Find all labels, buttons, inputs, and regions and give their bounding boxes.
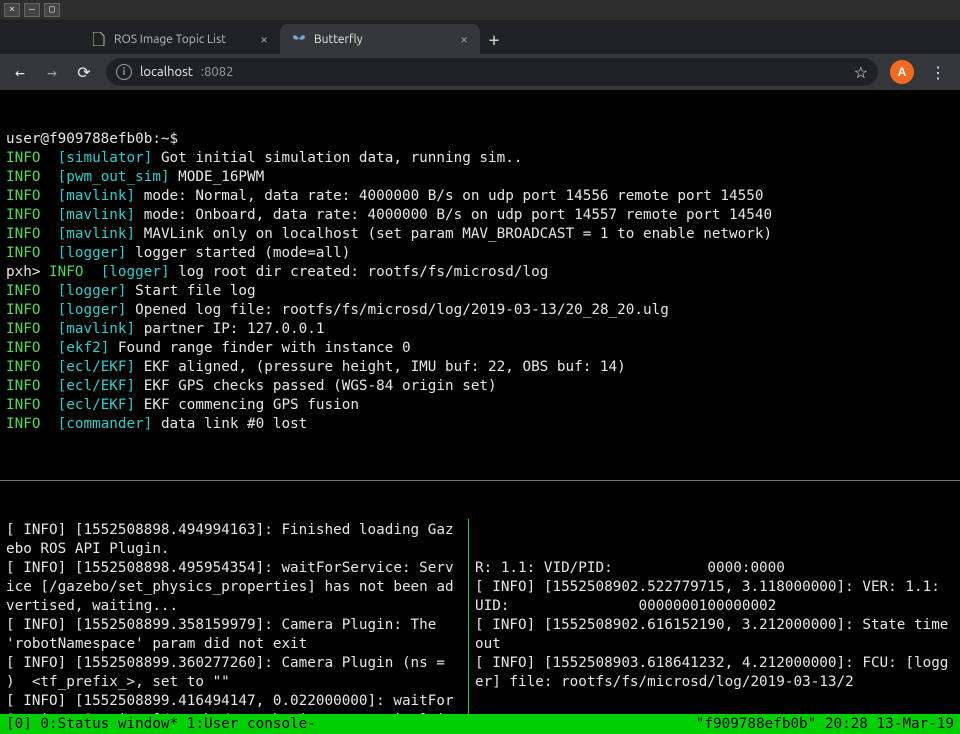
reload-button[interactable]: ⟳ (74, 63, 94, 82)
window-close-button[interactable]: × (4, 3, 20, 17)
log-line: INFO [logger] logger started (mode=all) (6, 244, 954, 263)
log-line: INFO [ecl/EKF] EKF commencing GPS fusion (6, 396, 954, 415)
status-left: [0] 0:Status window* 1:User console- (6, 715, 316, 734)
log-line: INFO [mavlink] mode: Onboard, data rate:… (6, 206, 954, 225)
terminal-left-pane[interactable]: [ INFO] [1552508898.494994163]: Finished… (0, 519, 468, 734)
new-tab-button[interactable]: + (480, 26, 508, 54)
log-line: INFO [logger] Start file log (6, 282, 954, 301)
address-bar[interactable]: i localhost :8082 ☆ (106, 58, 878, 86)
terminal-area[interactable]: user@f909788efb0b:~$INFO [simulator] Got… (0, 90, 960, 734)
bookmark-star-icon[interactable]: ☆ (854, 63, 868, 82)
browser-tabs-bar: ROS Image Topic List × Butterfly × + (0, 20, 960, 54)
status-right: "f909788efb0b" 20:28 13-Mar-19 (696, 715, 954, 734)
log-line: INFO [ecl/EKF] EKF aligned, (pressure he… (6, 358, 954, 377)
terminal-top-pane[interactable]: user@f909788efb0b:~$INFO [simulator] Got… (0, 128, 960, 434)
log-line: INFO [commander] data link #0 lost (6, 415, 954, 434)
log-line: INFO [simulator] Got initial simulation … (6, 149, 954, 168)
tab-ros-image-topic-list[interactable]: ROS Image Topic List × (80, 24, 280, 54)
log-line: INFO [logger] Opened log file: rootfs/fs… (6, 301, 954, 320)
tmux-status-bar: [0] 0:Status window* 1:User console- "f9… (0, 714, 960, 734)
close-icon[interactable]: × (460, 31, 468, 47)
pane-divider-horizontal (0, 480, 960, 481)
window-maximize-button[interactable]: ▢ (44, 3, 60, 17)
back-button[interactable]: ← (10, 63, 30, 82)
url-host: localhost (140, 65, 193, 79)
browser-menu-button[interactable]: ⋮ (926, 63, 950, 82)
log-line: INFO [pwm_out_sim] MODE_16PWM (6, 168, 954, 187)
profile-avatar[interactable]: A (890, 60, 914, 84)
browser-toolbar: ← → ⟳ i localhost :8082 ☆ A ⋮ (0, 54, 960, 90)
close-icon[interactable]: × (260, 31, 268, 47)
terminal-right-top-pane[interactable]: R: 1.1: VID/PID: 0000:0000 [ INFO] [1552… (475, 559, 954, 734)
tab-label: ROS Image Topic List (114, 33, 226, 46)
butterfly-icon (292, 32, 306, 46)
log-line: INFO [ekf2] Found range finder with inst… (6, 339, 954, 358)
log-line: INFO [mavlink] MAVLink only on localhost… (6, 225, 954, 244)
forward-button: → (42, 63, 62, 82)
log-line: pxh> INFO [logger] log root dir created:… (6, 263, 954, 282)
log-line: INFO [ecl/EKF] EKF GPS checks passed (WG… (6, 377, 954, 396)
site-info-icon[interactable]: i (116, 64, 132, 80)
window-minimize-button[interactable]: — (24, 3, 40, 17)
log-line: INFO [mavlink] mode: Normal, data rate: … (6, 187, 954, 206)
window-titlebar: × — ▢ (0, 0, 960, 20)
tab-butterfly[interactable]: Butterfly × (280, 24, 480, 54)
log-line: INFO [mavlink] partner IP: 127.0.0.1 (6, 320, 954, 339)
url-port: :8082 (201, 65, 234, 79)
tab-label: Butterfly (314, 33, 363, 46)
log-line: user@f909788efb0b:~$ (6, 130, 954, 149)
terminal-right-pane[interactable]: R: 1.1: VID/PID: 0000:0000 [ INFO] [1552… (469, 519, 960, 734)
document-icon (92, 32, 106, 46)
